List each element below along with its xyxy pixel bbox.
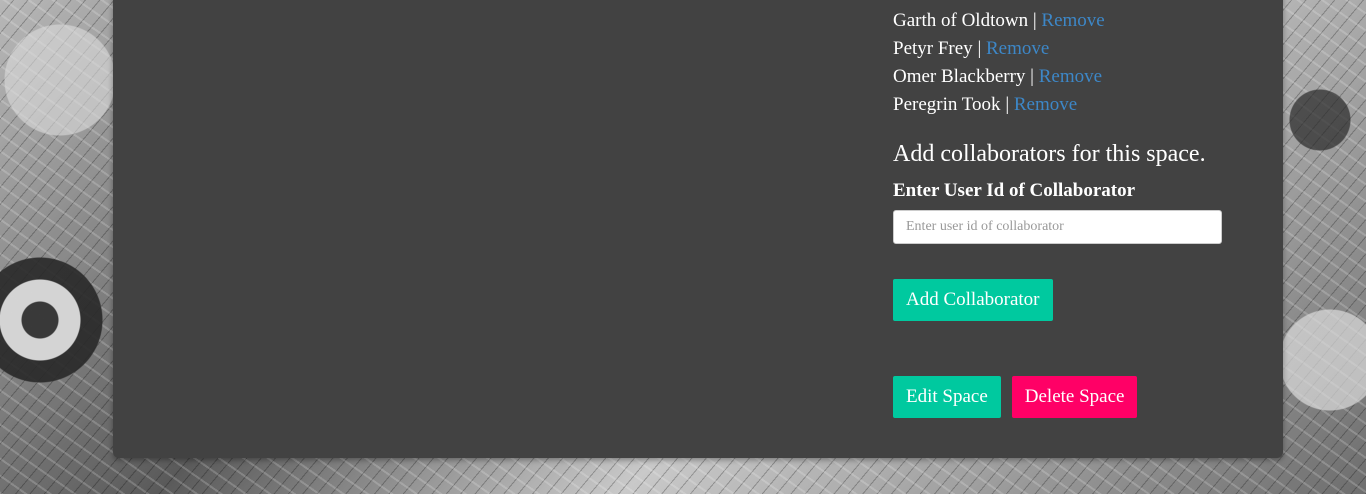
collaborator-list: Garth of Oldtown | Remove Petyr Frey | R…	[893, 7, 1233, 119]
add-collaborator-button[interactable]: Add Collaborator	[893, 279, 1053, 321]
collaborator-name: Petyr Frey	[893, 38, 973, 59]
collaborator-name: Omer Blackberry	[893, 66, 1026, 87]
collaborator-user-id-input[interactable]	[893, 210, 1222, 244]
collaborator-name: Peregrin Took	[893, 94, 1001, 115]
add-collaborators-heading: Add collaborators for this space.	[893, 141, 1206, 167]
edit-space-button[interactable]: Edit Space	[893, 376, 1001, 418]
separator: |	[1005, 94, 1010, 115]
remove-collaborator-link[interactable]: Remove	[1039, 66, 1102, 87]
separator: |	[1030, 66, 1034, 87]
collaborator-name: Garth of Oldtown	[893, 10, 1029, 31]
collaborator-item: Omer Blackberry | Remove	[893, 63, 1233, 91]
space-actions: Edit Space Delete Space	[893, 376, 1233, 418]
collaborator-item: Peregrin Took | Remove	[893, 91, 1233, 119]
user-id-label: Enter User Id of Collaborator	[893, 180, 1136, 201]
separator: |	[1032, 10, 1037, 31]
separator: |	[977, 38, 982, 59]
delete-space-button[interactable]: Delete Space	[1011, 376, 1138, 418]
collaborators-section: Garth of Oldtown | Remove Petyr Frey | R…	[893, 7, 1233, 418]
collaborator-item: Garth of Oldtown | Remove	[893, 7, 1233, 35]
remove-collaborator-link[interactable]: Remove	[986, 38, 1049, 59]
collaborator-item: Petyr Frey | Remove	[893, 35, 1233, 63]
space-details-panel: Garth of Oldtown | Remove Petyr Frey | R…	[113, 0, 1283, 458]
remove-collaborator-link[interactable]: Remove	[1041, 10, 1104, 31]
remove-collaborator-link[interactable]: Remove	[1014, 94, 1077, 115]
